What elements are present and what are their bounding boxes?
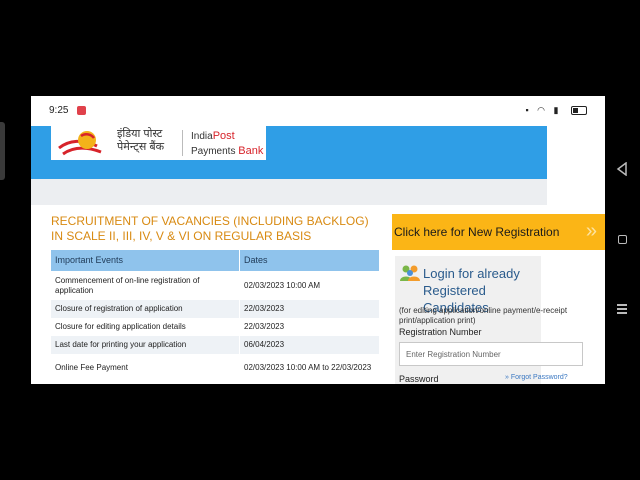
table-header: Important Events Dates [51, 250, 379, 271]
event-cell: Closure for editing application details [51, 318, 240, 336]
event-cell: Online Fee Payment [51, 354, 240, 382]
new-registration-button[interactable]: Click here for New Registration » [392, 214, 605, 250]
phone-screen: 9:25 ▪ ◠ ▮ इंडिया पोस्ट पेमेन्ट्स बैंक I… [31, 96, 605, 384]
status-time: 9:25 [49, 105, 69, 116]
logo-english-text: IndiaPost Payments Bank [191, 130, 264, 157]
notification-icon: ▪ [525, 105, 532, 115]
status-bar: 9:25 ▪ ◠ ▮ [31, 96, 605, 126]
recruitment-title: RECRUITMENT OF VACANCIES (INCLUDING BACK… [51, 214, 369, 243]
header-events: Important Events [51, 250, 240, 271]
wifi-icon: ◠ [537, 105, 549, 115]
event-cell: Last date for printing your application [51, 336, 240, 354]
battery-icon [571, 106, 587, 116]
header-dates: Dates [244, 255, 268, 265]
important-events-table: Important Events Dates Commencement of o… [51, 250, 379, 382]
login-panel: Login for already Registered Candidates … [395, 256, 583, 384]
table-row: Closure of registration of application 2… [51, 300, 379, 318]
event-cell: Commencement of on-line registration of … [51, 271, 240, 300]
status-icons: ▪ ◠ ▮ [525, 105, 587, 116]
chevron-right-icon: » [585, 220, 597, 242]
nav-home-icon[interactable] [618, 235, 627, 244]
table-row: Closure for editing application details … [51, 318, 379, 336]
date-cell: 02/03/2023 10:00 AM to 22/03/2023 [244, 363, 372, 372]
ippb-logo-mark-icon [58, 131, 102, 156]
date-cell: 22/03/2023 [244, 322, 285, 331]
nav-back-icon[interactable] [616, 162, 628, 176]
date-cell: 22/03/2023 [244, 304, 285, 313]
login-note: (for editing application/online payment/… [399, 306, 568, 325]
double-chevron-icon: » [505, 374, 509, 381]
nav-strip [31, 179, 547, 205]
table-row: Online Fee Payment 02/03/2023 10:00 AM t… [51, 354, 379, 382]
password-label: Password [399, 374, 439, 384]
record-icon [77, 106, 86, 115]
logo-hindi-text: इंडिया पोस्ट पेमेन्ट्स बैंक [117, 128, 165, 153]
table-row: Last date for printing your application … [51, 336, 379, 354]
side-handle [0, 122, 5, 180]
signal-icon: ▮ [553, 105, 562, 115]
logo-divider [182, 130, 183, 156]
new-registration-label: Click here for New Registration [394, 225, 560, 239]
date-cell: 02/03/2023 10:00 AM [244, 280, 321, 290]
registration-number-label: Registration Number [399, 327, 482, 337]
forgot-password-link[interactable]: » Forgot Password? [505, 374, 568, 381]
people-icon [400, 265, 420, 281]
registration-number-input[interactable] [399, 342, 583, 366]
event-cell: Closure of registration of application [51, 300, 240, 318]
ippb-logo[interactable]: इंडिया पोस्ट पेमेन्ट्स बैंक IndiaPost Pa… [51, 126, 266, 160]
table-row: Commencement of on-line registration of … [51, 271, 379, 300]
nav-recents-icon[interactable] [617, 304, 627, 314]
date-cell: 06/04/2023 [244, 340, 285, 349]
